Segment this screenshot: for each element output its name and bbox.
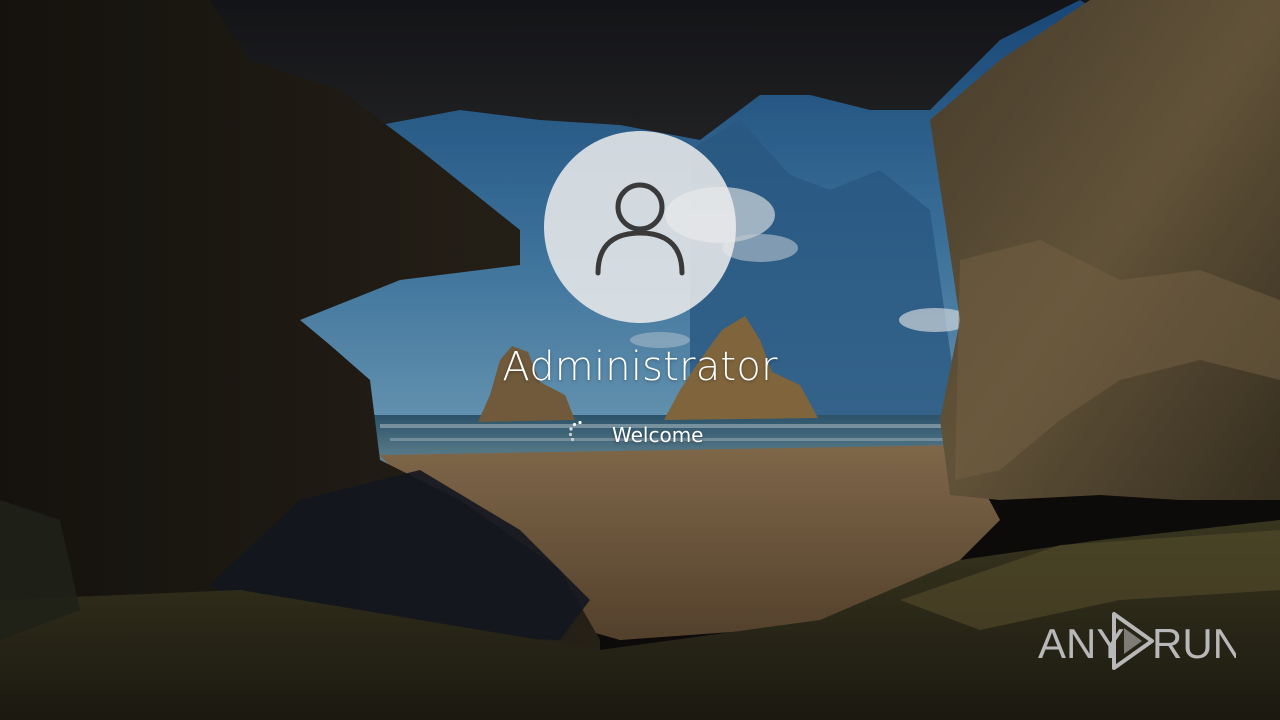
- watermark-text-right: RUN: [1152, 620, 1236, 667]
- anyrun-watermark: ANY RUN: [1038, 612, 1236, 670]
- user-silhouette-icon: [595, 182, 685, 276]
- username-label: Administrator: [502, 344, 778, 390]
- status-text: Welcome: [612, 423, 704, 447]
- watermark-text-left: ANY: [1038, 620, 1124, 667]
- sign-in-status: Welcome: [540, 420, 740, 452]
- loading-spinner-icon: [568, 420, 582, 442]
- lock-screen: Administrator Welcome ANY RUN: [0, 0, 1280, 720]
- user-avatar: [544, 131, 736, 323]
